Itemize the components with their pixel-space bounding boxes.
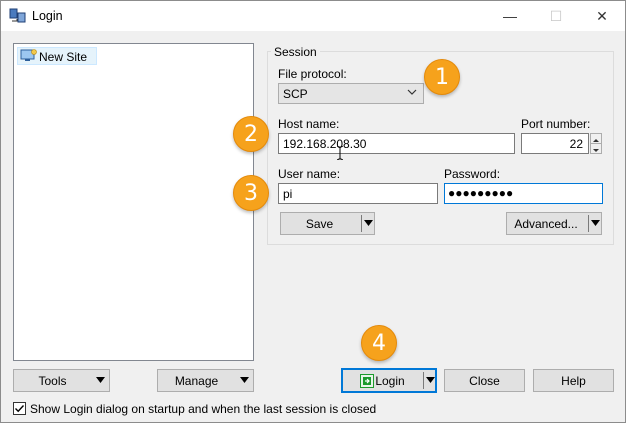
port-number-value: 22 <box>569 137 583 151</box>
login-dialog: Login — ☐ ✕ New Site Session File protoc… <box>0 0 626 423</box>
file-protocol-select[interactable]: SCP <box>278 83 424 104</box>
password-mask: ●●●●●●●●● <box>448 186 514 200</box>
title-bar: Login — ☐ ✕ <box>1 1 625 31</box>
password-input[interactable]: ●●●●●●●●● <box>444 183 603 204</box>
port-number-input[interactable]: 22 <box>521 133 589 154</box>
host-name-value: 192.168.208.30 <box>283 137 367 151</box>
advanced-button[interactable]: Advanced... <box>506 212 602 235</box>
site-item-new-site[interactable]: New Site <box>17 47 97 65</box>
manage-button[interactable]: Manage <box>157 369 254 392</box>
tools-button-label: Tools <box>38 374 67 388</box>
spin-down-button[interactable] <box>590 143 602 154</box>
text-cursor-icon <box>337 146 343 160</box>
show-login-checkbox[interactable] <box>13 402 26 415</box>
chevron-down-icon <box>407 89 417 95</box>
site-tree[interactable]: New Site <box>13 43 254 361</box>
port-number-label: Port number: <box>521 117 591 131</box>
split-divider <box>361 215 362 232</box>
caret-down-icon[interactable] <box>364 220 373 226</box>
caret-down-icon <box>96 377 105 383</box>
site-item-label: New Site <box>39 50 88 64</box>
monitor-icon <box>20 49 37 61</box>
advanced-button-label: Advanced... <box>514 217 578 231</box>
session-group-title: Session <box>271 45 320 59</box>
help-button[interactable]: Help <box>533 369 614 392</box>
caret-down-icon <box>240 377 249 383</box>
manage-button-label: Manage <box>174 374 219 388</box>
login-button-label: Login <box>375 374 405 388</box>
split-divider <box>423 372 424 389</box>
show-login-checkbox-label: Show Login dialog on startup and when th… <box>30 402 377 416</box>
file-protocol-value: SCP <box>283 87 308 101</box>
annotation-badge-2: 2 <box>233 116 269 152</box>
user-name-label: User name: <box>278 167 341 181</box>
close-button-label: Close <box>469 374 500 388</box>
checkmark-icon <box>15 405 25 413</box>
tools-button[interactable]: Tools <box>13 369 110 392</box>
user-name-input[interactable]: pi <box>278 183 438 204</box>
password-label: Password: <box>444 167 501 181</box>
split-divider <box>588 215 589 232</box>
caret-down-icon <box>593 149 599 152</box>
close-window-button[interactable]: ✕ <box>579 1 625 31</box>
host-name-input[interactable]: 192.168.208.30 <box>278 133 515 154</box>
minimize-button[interactable]: — <box>487 1 533 31</box>
user-name-value: pi <box>283 187 293 201</box>
save-button[interactable]: Save <box>280 212 375 235</box>
winscp-app-icon <box>9 8 26 23</box>
save-button-label: Save <box>305 217 334 231</box>
window-title: Login <box>32 9 63 23</box>
host-name-label: Host name: <box>278 117 340 131</box>
annotation-badge-3: 3 <box>233 175 269 211</box>
annotation-badge-4: 4 <box>361 325 397 361</box>
close-button[interactable]: Close <box>444 369 525 392</box>
login-button[interactable]: Login <box>341 368 437 393</box>
caret-down-icon[interactable] <box>591 220 600 226</box>
file-protocol-label: File protocol: <box>278 67 347 81</box>
maximize-button[interactable]: ☐ <box>533 1 579 31</box>
annotation-badge-1: 1 <box>424 59 460 95</box>
caret-down-icon[interactable] <box>426 377 435 383</box>
help-button-label: Help <box>561 374 586 388</box>
